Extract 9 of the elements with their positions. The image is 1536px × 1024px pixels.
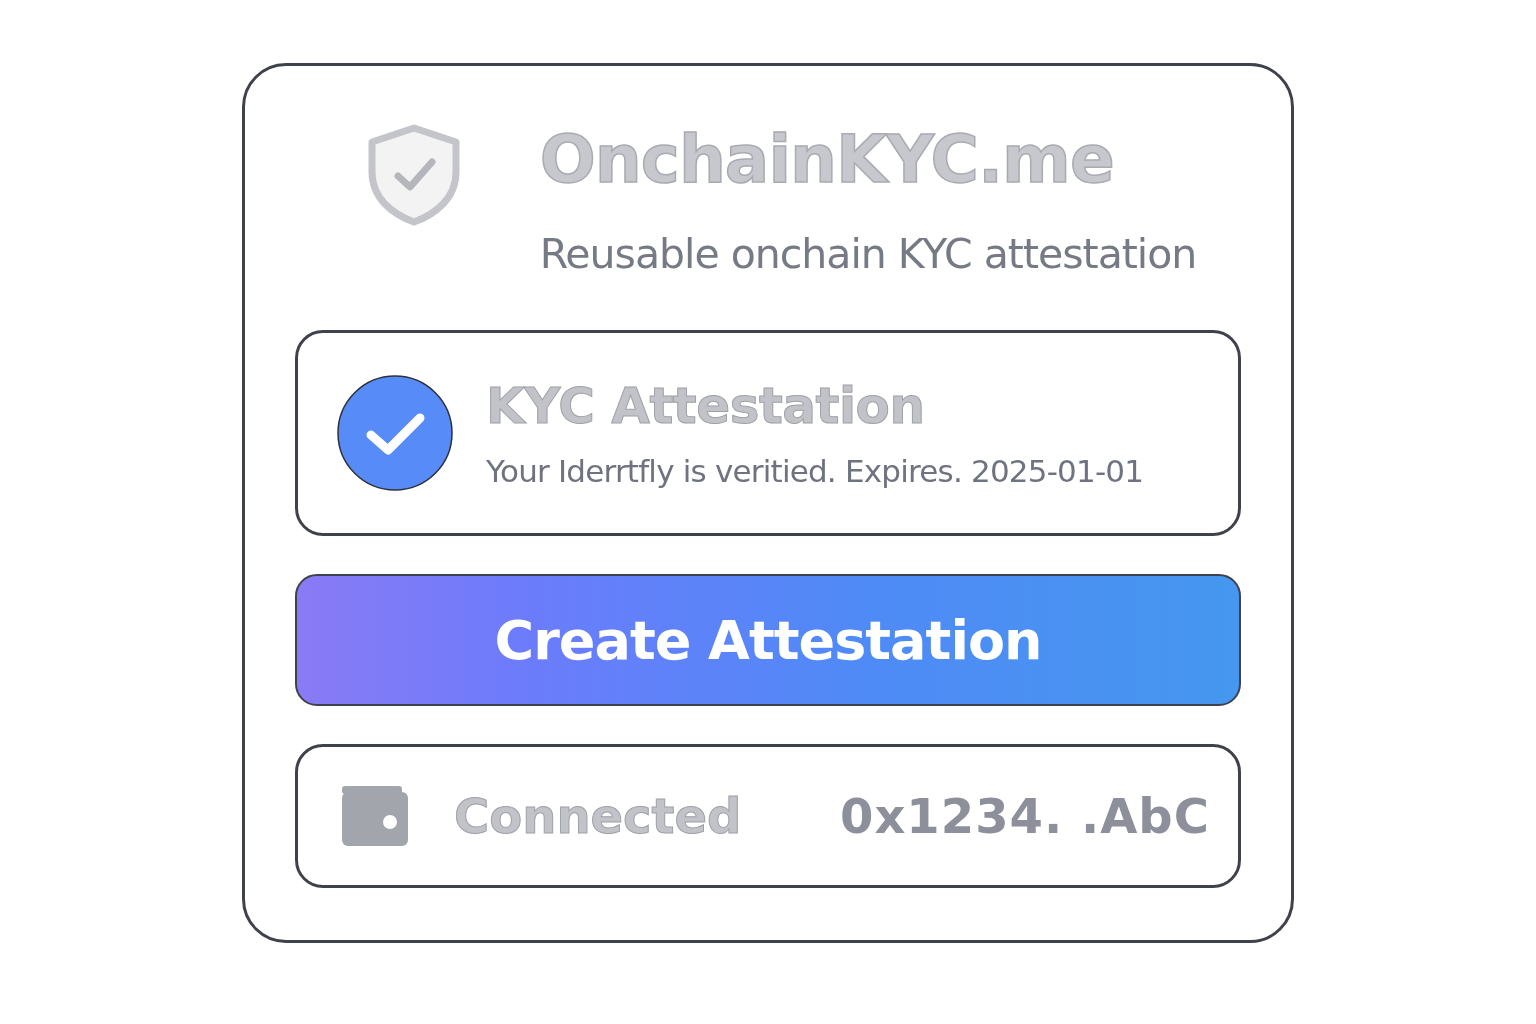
shield-check-icon [366, 124, 462, 226]
brand-name: OnchainKYC.me [539, 124, 1115, 200]
attestation-detail: Your Iderrtfly is veritied. Expires. 2025-01-01 [486, 453, 1144, 489]
wallet-status: Connected [454, 788, 743, 844]
attestation-title: KYC Attestation [486, 377, 926, 435]
wallet-address: 0x1234. .AbC [840, 788, 1210, 844]
tagline: Reusable onchain KYC attestation [539, 230, 1198, 278]
create-attestation-button[interactable]: Create Attestation [295, 574, 1241, 706]
wallet-icon [342, 786, 408, 846]
